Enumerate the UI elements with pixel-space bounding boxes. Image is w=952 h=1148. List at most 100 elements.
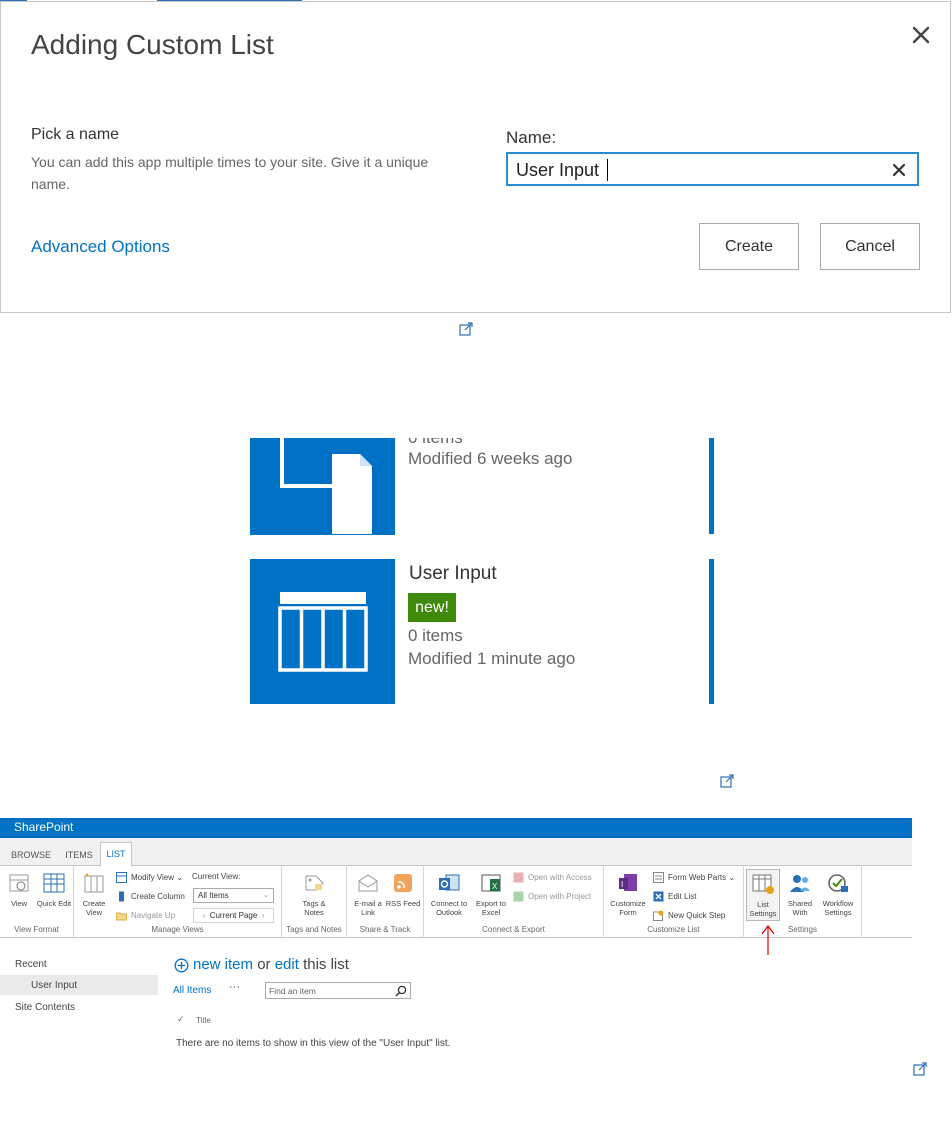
open-access-button[interactable]: Open with Access [513,871,592,884]
export-excel-label: Export to Excel [475,899,506,917]
navigate-up-label: Navigate Up [131,911,176,920]
form-web-parts-label: Form Web Parts [668,873,727,882]
list-settings-button[interactable]: List Settings [746,869,780,921]
modify-view-label: Modify View [131,873,174,882]
group-customize-list: I Customize Form Form Web Parts ⌄ Edit L… [604,866,744,938]
popout-icon[interactable] [913,1062,927,1076]
sharepoint-brand[interactable]: SharePoint [14,820,73,834]
email-link-button[interactable]: E-mail a Link [350,872,386,917]
new-badge: new! [408,593,456,622]
find-item-box[interactable] [265,982,411,999]
search-icon[interactable] [395,985,407,997]
tab-items[interactable]: ITEMS [60,846,98,866]
all-items-view-link[interactable]: All Items [173,985,211,996]
export-excel-button[interactable]: X Export to Excel [471,872,511,917]
outlook-icon [439,874,460,891]
tag-icon [305,875,324,891]
name-input-box[interactable] [506,152,919,186]
more-views-ellipsis[interactable]: ··· [229,981,240,993]
current-view-select[interactable]: All Items ⌄ [193,888,274,903]
create-column-icon [119,891,124,902]
excel-icon: X [481,874,501,892]
view-button[interactable]: View [1,872,37,908]
advanced-options-link[interactable]: Advanced Options [31,237,170,257]
text-caret [607,159,608,181]
custom-list-tile-icon[interactable] [250,559,395,704]
current-view-value: All Items [198,891,229,900]
envelope-icon [358,874,378,892]
workflow-settings-label: Workflow Settings [822,899,854,917]
tile-modified: Modified 1 minute ago [408,649,576,668]
clear-input-icon[interactable] [888,159,910,181]
pick-name-heading: Pick a name [31,126,120,143]
navigate-up-button[interactable]: Navigate Up [116,909,175,922]
people-icon [790,875,810,892]
popout-icon[interactable] [459,322,473,336]
shared-with-button[interactable]: Shared With [782,872,818,917]
rss-feed-button[interactable]: RSS Feed [385,872,421,908]
tile-title-link[interactable]: User Input [409,563,497,585]
new-item-link[interactable]: new item [193,956,253,973]
edit-list-label: Edit List [668,892,697,901]
nav-recent[interactable]: Recent [15,959,47,970]
name-field-label: Name: [506,128,557,147]
document-icon [280,438,372,534]
create-column-label: Create Column [131,892,185,901]
quick-edit-button[interactable]: Quick Edit [36,872,72,908]
quick-step-icon [653,910,664,921]
group-label: Share & Track [359,925,411,934]
group-share-track: E-mail a Link RSS Feed Share & Track [347,866,424,938]
nav-site-contents[interactable]: Site Contents [15,1002,75,1013]
modify-view-button[interactable]: Modify View ⌄ [116,871,183,884]
create-view-button[interactable]: Create View [76,872,112,917]
edit-list-button[interactable]: Edit List [653,890,696,903]
list-settings-icon [752,874,774,894]
tab-browse[interactable]: BROWSE [8,846,54,866]
group-label: View Format [14,925,59,934]
select-all-check-icon[interactable]: ✓ [177,1014,185,1025]
form-web-parts-button[interactable]: Form Web Parts ⌄ [653,871,735,884]
tags-notes-button[interactable]: Tags & Notes [296,872,332,917]
infopath-icon: I [619,874,637,891]
group-view-format: View Quick Edit View Format [0,866,74,938]
create-view-label: Create View [82,899,106,917]
group-label: Connect & Export [482,925,545,934]
title-column-header[interactable]: Title [196,1016,211,1025]
tile-item-count: 0 items [408,438,463,448]
tab-list[interactable]: LIST [100,842,132,867]
email-link-label: E-mail a Link [354,899,382,917]
customize-form-button[interactable]: I Customize Form [607,872,649,917]
chevron-right-icon[interactable]: › [262,911,265,920]
nav-user-input[interactable]: User Input [31,980,77,991]
cancel-button[interactable]: Cancel [820,223,920,270]
current-page-pager[interactable]: ‹ Current Page › [193,908,274,923]
adding-custom-list-dialog: Adding Custom List Pick a name You can a… [0,1,951,313]
svg-text:X: X [492,882,498,891]
new-quick-step-label: New Quick Step [668,911,726,920]
this-list-text: this list [303,956,349,973]
workflow-icon [828,874,848,892]
connect-outlook-button[interactable]: Connect to Outlook [427,872,471,917]
edit-list-link[interactable]: edit [275,956,299,973]
open-project-button[interactable]: Open with Project [513,890,591,903]
new-quick-step-button[interactable]: New Quick Step [653,909,725,922]
open-project-label: Open with Project [528,892,592,901]
document-library-tile-icon[interactable] [250,438,395,535]
chevron-left-icon[interactable]: ‹ [203,911,206,920]
empty-list-message: There are no items to show in this view … [176,1038,451,1049]
create-button[interactable]: Create [699,223,799,270]
add-circle-icon[interactable] [174,958,189,973]
site-contents-tiles: 0 items Modified 6 weeks ago User Input … [250,438,720,708]
workflow-settings-button[interactable]: Workflow Settings [817,872,859,917]
create-column-button[interactable]: Create Column [116,890,185,903]
connect-outlook-label: Connect to Outlook [430,899,468,917]
find-item-input[interactable] [269,984,389,997]
create-view-icon [84,873,104,893]
close-icon[interactable] [907,21,935,49]
current-view-label: Current View: [192,872,241,881]
popout-icon[interactable] [720,774,734,788]
group-connect-export: Connect to Outlook X Export to Excel Ope… [424,866,604,938]
name-input[interactable] [516,156,876,184]
group-label: Customize List [647,925,700,934]
tile-divider [709,438,714,534]
